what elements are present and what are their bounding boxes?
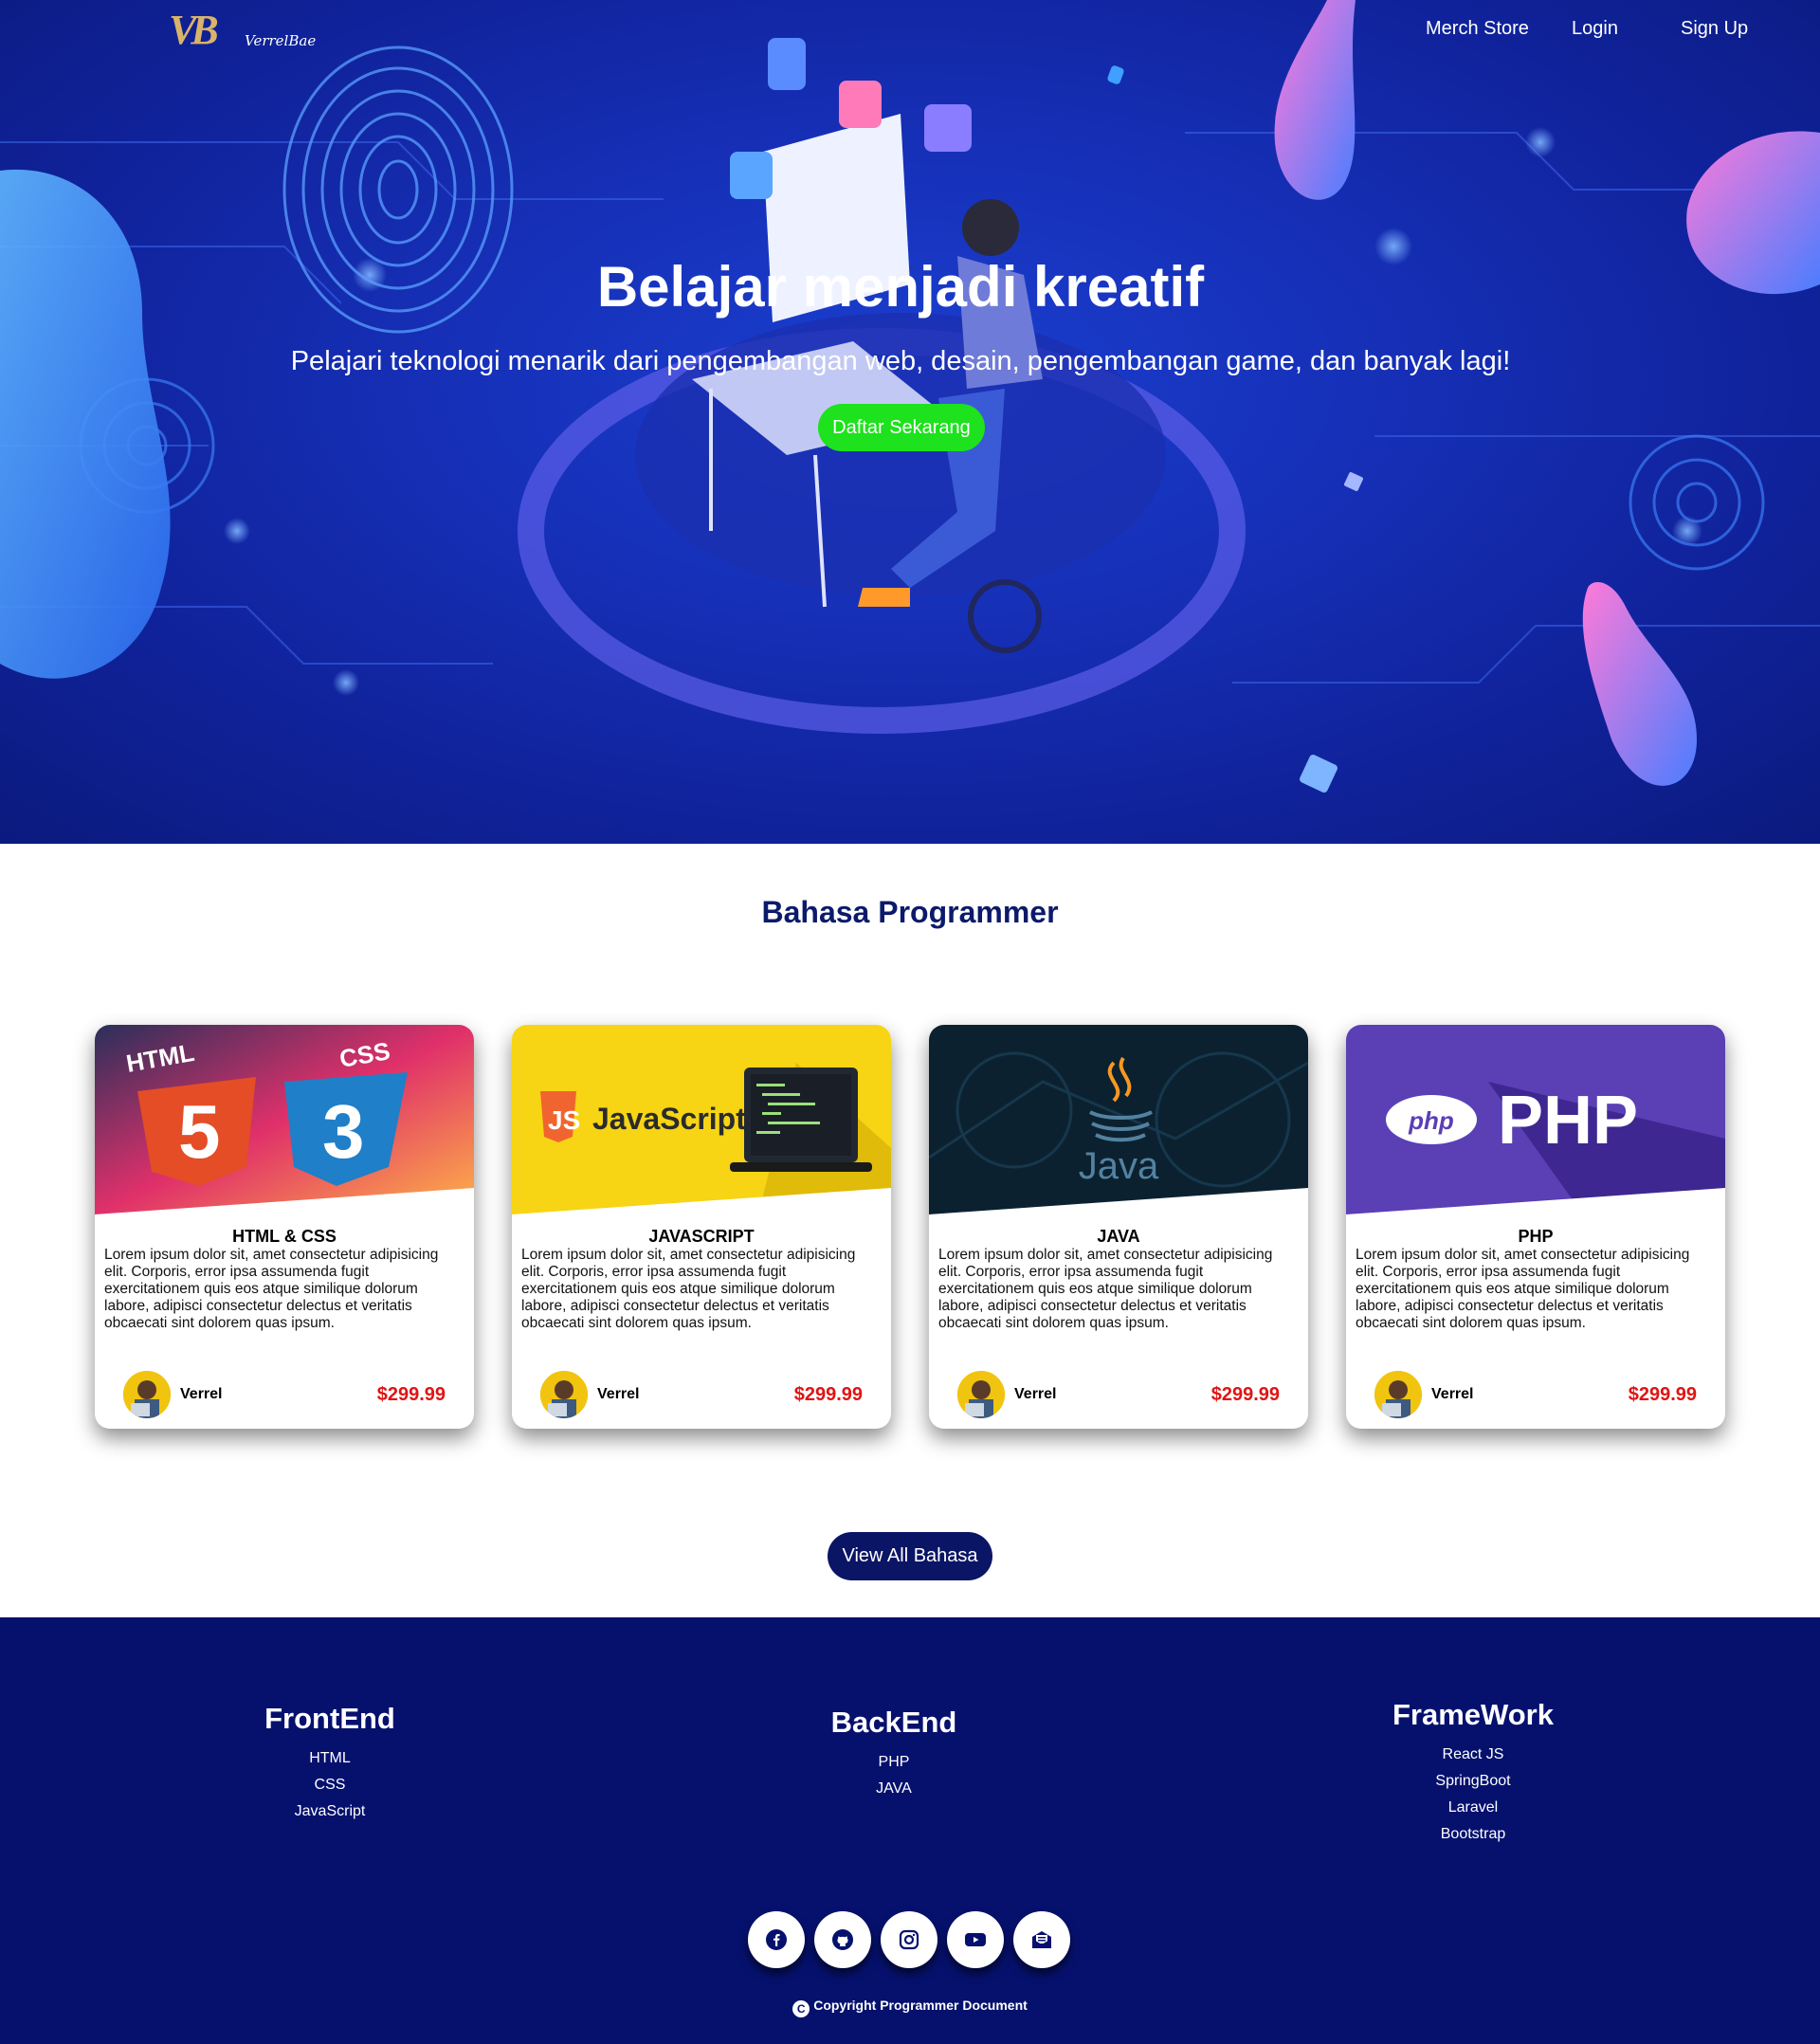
logo[interactable]: VB VerrelBae — [169, 6, 316, 55]
copyright-icon: C — [792, 2000, 810, 2017]
footer-link-springboot[interactable]: SpringBoot — [1331, 1768, 1615, 1795]
card-price: $299.99 — [376, 1384, 446, 1405]
card-image-text: JavaScript — [592, 1102, 746, 1136]
card-image-text: PHP — [1498, 1083, 1638, 1159]
instagram-icon[interactable] — [881, 1911, 937, 1968]
author-name: Verrel — [180, 1386, 223, 1402]
course-card-javascript[interactable]: JS JavaScript JAVASCRIPT Lorem ipsum dol… — [512, 1025, 891, 1429]
card-description: Lorem ipsum dolor sit, amet consectetur … — [938, 1247, 1273, 1331]
footer-link-html[interactable]: HTML — [188, 1745, 472, 1772]
card-title: HTML & CSS — [232, 1227, 337, 1246]
card-image-text: php — [1408, 1106, 1454, 1135]
card-image-javascript: JS JavaScript — [512, 1025, 891, 1214]
card-image-text: Java — [1079, 1145, 1159, 1187]
footer-link-css[interactable]: CSS — [188, 1772, 472, 1798]
view-all-button[interactable]: View All Bahasa — [828, 1532, 992, 1580]
copyright-text: Copyright Programmer Document — [813, 1998, 1028, 2013]
author-name: Verrel — [597, 1386, 640, 1402]
facebook-icon[interactable] — [748, 1911, 805, 1968]
card-description: Lorem ipsum dolor sit, amet consectetur … — [521, 1247, 856, 1331]
card-title: JAVASCRIPT — [648, 1227, 755, 1246]
footer-heading: FrontEnd — [264, 1702, 395, 1735]
card-description: Lorem ipsum dolor sit, amet consectetur … — [1356, 1247, 1690, 1331]
nav-link-login[interactable]: Login — [1572, 18, 1618, 40]
course-card-php[interactable]: php PHP PHP Lorem ipsum dolor sit, amet … — [1346, 1025, 1725, 1429]
card-image-php: php PHP — [1346, 1025, 1725, 1214]
hero-subtitle: Pelajari teknologi menarik dari pengemba… — [290, 346, 1511, 376]
hero-banner: VB VerrelBae Merch Store Login Sign Up B… — [0, 0, 1820, 844]
footer-column-backend: BackEnd PHP JAVA — [752, 1706, 1036, 1802]
card-image-html-css: 5 3 HTML CSS — [95, 1025, 474, 1214]
author-avatar — [123, 1371, 171, 1418]
github-icon[interactable] — [814, 1911, 871, 1968]
footer-link-laravel[interactable]: Laravel — [1331, 1795, 1615, 1821]
svg-text:JS: JS — [548, 1105, 580, 1135]
card-price: $299.99 — [1210, 1384, 1280, 1405]
card-price: $299.99 — [1628, 1384, 1697, 1405]
footer-link-php[interactable]: PHP — [752, 1749, 1036, 1776]
footer: FrontEnd HTML CSS JavaScript BackEnd PHP… — [0, 1617, 1820, 2044]
svg-text:5: 5 — [178, 1089, 221, 1174]
footer-column-framework: FrameWork React JS SpringBoot Laravel Bo… — [1331, 1698, 1615, 1848]
register-now-button[interactable]: Daftar Sekarang — [818, 404, 985, 451]
nav-link-merch-store[interactable]: Merch Store — [1426, 18, 1529, 40]
footer-link-java[interactable]: JAVA — [752, 1776, 1036, 1802]
footer-heading: FrameWork — [1392, 1698, 1554, 1731]
footer-link-react-js[interactable]: React JS — [1331, 1742, 1615, 1768]
card-title: PHP — [1518, 1227, 1554, 1246]
top-navbar: VB VerrelBae Merch Store Login Sign Up — [0, 0, 1820, 59]
footer-heading: BackEnd — [830, 1706, 957, 1739]
author-name: Verrel — [1431, 1386, 1474, 1402]
course-card-java[interactable]: Java JAVA Lorem ipsum dolor sit, amet co… — [929, 1025, 1308, 1429]
footer-link-bootstrap[interactable]: Bootstrap — [1331, 1821, 1615, 1848]
author-avatar — [1374, 1371, 1422, 1418]
footer-link-javascript[interactable]: JavaScript — [188, 1798, 472, 1825]
course-card-html-css[interactable]: 5 3 HTML CSS HTML & CSS Lorem ipsum dolo… — [95, 1025, 474, 1429]
logo-text: VerrelBae — [245, 32, 317, 49]
card-title: JAVA — [1097, 1227, 1140, 1246]
footer-column-frontend: FrontEnd HTML CSS JavaScript — [188, 1702, 472, 1825]
svg-text:3: 3 — [322, 1089, 365, 1174]
author-avatar — [957, 1371, 1005, 1418]
card-price: $299.99 — [793, 1384, 863, 1405]
author-name: Verrel — [1014, 1386, 1057, 1402]
logo-mark: VB — [169, 7, 219, 53]
mail-icon[interactable] — [1013, 1911, 1070, 1968]
copyright: C Copyright Programmer Document — [0, 1998, 1820, 2017]
card-image-java: Java — [929, 1025, 1308, 1214]
author-avatar — [540, 1371, 588, 1418]
hero-title: Belajar menjadi kreatif — [596, 255, 1205, 319]
nav-link-sign-up[interactable]: Sign Up — [1681, 18, 1748, 40]
youtube-icon[interactable] — [947, 1911, 1004, 1968]
section-title: Bahasa Programmer — [761, 895, 1059, 929]
card-description: Lorem ipsum dolor sit, amet consectetur … — [104, 1247, 439, 1331]
